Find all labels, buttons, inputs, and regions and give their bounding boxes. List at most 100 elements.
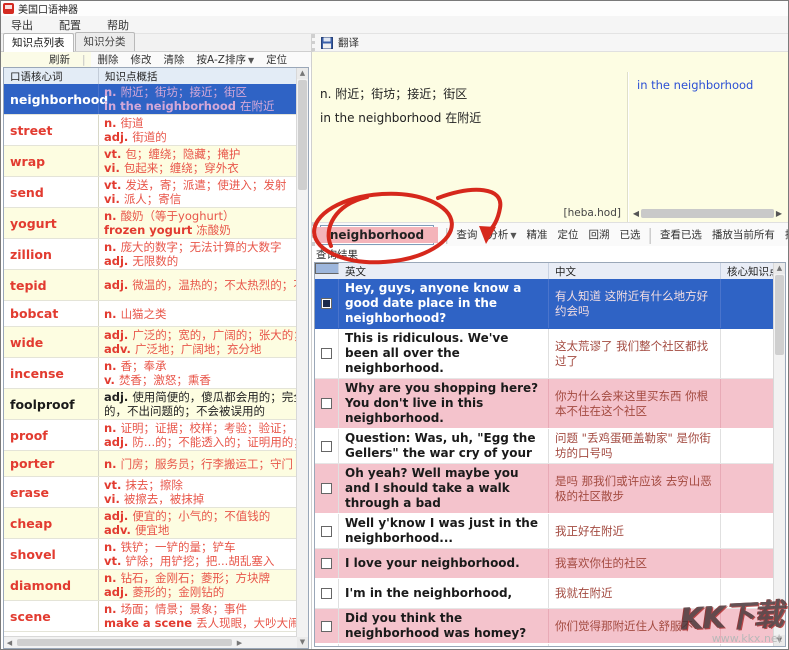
word-table-row[interactable]: erasevt. 抹去；擦除vi. 被擦去，被抹掉 xyxy=(4,477,297,508)
word-definition: adj. 微温的，温热的；不太热烈的；不 xyxy=(99,270,297,300)
scroll-down-icon[interactable]: ▼ xyxy=(297,637,308,648)
row-checkbox[interactable] xyxy=(321,558,332,569)
result-row[interactable]: Why are you shopping here? You don't liv… xyxy=(315,379,774,429)
result-row[interactable]: I love your neighborhood.我喜欢你住的社区 xyxy=(315,549,774,579)
word-table: 口语核心词 知识点概括 neighborhoodn. 附近；街坊；接近；街区in… xyxy=(3,67,309,649)
word-table-row[interactable]: portern. 门房；服务员；行李搬运工；守门 xyxy=(4,451,297,477)
phrase-link[interactable]: in the neighborhood xyxy=(637,78,780,92)
word-list-toolbar: 刷新|删除修改清除按A-Z排序▼定位 xyxy=(1,52,311,67)
query-button-分析[interactable]: 分析▼ xyxy=(487,227,516,242)
definition-line: adj. 广泛的；宽的，广阔的；张大的； xyxy=(104,328,297,342)
result-row[interactable]: Did you think the neighborhood was homey… xyxy=(315,609,774,644)
word-table-row[interactable]: neighborhoodn. 附近；街坊；接近；街区in the neighbo… xyxy=(4,84,297,115)
definition-line: in the neighborhood 在附近 xyxy=(104,99,297,113)
translate-input-strip[interactable] xyxy=(312,52,788,73)
row-checkbox[interactable] xyxy=(321,441,332,452)
query-button-精准[interactable]: 精准 xyxy=(527,227,548,242)
scrollbar-thumb[interactable] xyxy=(641,209,774,218)
save-icon[interactable] xyxy=(321,37,333,49)
word-table-row[interactable]: streetn. 街道adj. 街道的 xyxy=(4,115,297,146)
toolbar-button-删除[interactable]: 删除 xyxy=(98,52,119,67)
scroll-down-icon[interactable]: ▼ xyxy=(774,635,785,646)
tab-knowledge-category[interactable]: 知识分类 xyxy=(75,32,135,51)
menu-item-配置[interactable]: 配置 xyxy=(59,17,81,33)
word-table-row[interactable]: tepidadj. 微温的，温热的；不太热烈的；不 xyxy=(4,270,297,301)
result-row[interactable]: Well y'know I was just in the neighborho… xyxy=(315,514,774,549)
word-table-row[interactable]: bobcatn. 山猫之类 xyxy=(4,301,297,327)
scroll-left-icon[interactable]: ◀ xyxy=(631,209,641,218)
scroll-right-icon[interactable]: ▶ xyxy=(774,209,784,218)
word-table-row[interactable]: diamondn. 钻石，金刚石；菱形；方块牌adj. 菱形的；金刚钻的 xyxy=(4,570,297,601)
word-label: incense xyxy=(4,358,99,388)
left-panel: 知识点列表 知识分类 刷新|删除修改清除按A-Z排序▼定位 口语核心词 知识点概… xyxy=(1,34,311,649)
word-table-row[interactable]: proofn. 证明；证据；校样；考验；验证；adj. 防…的；不能透入的；证明… xyxy=(4,420,297,451)
result-row[interactable]: Hey, guys, anyone know a good date place… xyxy=(315,279,774,329)
definition-line: n. 场面；情景；景象；事件 xyxy=(104,602,297,616)
query-button-已选[interactable]: 已选 xyxy=(620,227,641,242)
row-checkbox[interactable] xyxy=(321,621,332,632)
result-row[interactable]: Oh yeah? Well maybe you and I should tak… xyxy=(315,464,774,514)
word-table-row[interactable]: scenen. 场面；情景；景象；事件make a scene 丢人现眼，大吵大… xyxy=(4,601,297,632)
scrollbar-thumb[interactable] xyxy=(298,80,307,190)
word-definition: n. 街道adj. 街道的 xyxy=(99,115,297,145)
toolbar-button-清除[interactable]: 清除 xyxy=(164,52,185,67)
result-row[interactable]: I needed to buy a hammer the other night… xyxy=(315,644,774,646)
word-table-row[interactable]: zillionn. 庞大的数字；无法计算的大数字adj. 无限数的 xyxy=(4,239,297,270)
menu-item-帮助[interactable]: 帮助 xyxy=(107,17,129,33)
toolbar-separator: | xyxy=(444,225,449,244)
tab-knowledge-list[interactable]: 知识点列表 xyxy=(3,33,74,52)
menu-item-导出[interactable]: 导出 xyxy=(11,17,33,33)
word-table-row[interactable]: foolproofadj. 使用简便的，傻瓜都会用的；完全的，不出问题的；不会被… xyxy=(4,389,297,420)
row-checkbox[interactable] xyxy=(321,483,332,494)
query-input[interactable]: neighborhood xyxy=(320,225,434,245)
word-table-vscrollbar[interactable]: ▲ ▼ xyxy=(296,68,308,648)
scrollbar-thumb[interactable] xyxy=(17,639,232,646)
results-vscrollbar[interactable]: ▲ ▼ xyxy=(773,263,785,646)
translate-button[interactable]: 翻译 xyxy=(338,35,359,50)
checkbox-cell xyxy=(315,514,339,548)
query-button-定位[interactable]: 定位 xyxy=(558,227,579,242)
definition-area: n. 附近；街坊；接近；街区 in the neighborhood 在附近 [… xyxy=(312,72,788,222)
query-button-播放当前已选[interactable]: 播放当前已选 xyxy=(785,227,789,242)
toolbar-button-按A-Z排序[interactable]: 按A-Z排序▼ xyxy=(197,52,255,67)
word-table-row[interactable]: incensen. 香；奉承v. 焚香；激怒；熏香 xyxy=(4,358,297,389)
row-checkbox[interactable] xyxy=(321,526,332,537)
word-label: shovel xyxy=(4,539,99,569)
definition-pane[interactable]: n. 附近；街坊；接近；街区 in the neighborhood 在附近 [… xyxy=(312,72,628,222)
definition-line: n. 附近；街坊；接近；街区 xyxy=(320,82,621,106)
word-table-row[interactable]: sendvt. 发送，寄；派遣；使进入；发射vi. 派人；寄信 xyxy=(4,177,297,208)
word-definition: n. 香；奉承v. 焚香；激怒；熏香 xyxy=(99,358,297,388)
word-table-row[interactable]: wideadj. 广泛的；宽的，广阔的；张大的；adv. 广泛地；广阔地；充分地 xyxy=(4,327,297,358)
english-sentence: Question: Was, uh, "Egg the Gellers" the… xyxy=(339,429,549,463)
query-button-回溯[interactable]: 回溯 xyxy=(589,227,610,242)
word-table-hscrollbar[interactable]: ◀ ▶ xyxy=(4,636,297,648)
result-row[interactable]: This is ridiculous. We've been all over … xyxy=(315,329,774,379)
right-panel: 翻译 n. 附近；街坊；接近；街区 in the neighborhood 在附… xyxy=(311,34,788,649)
checkbox-cell xyxy=(315,579,339,608)
row-checkbox[interactable] xyxy=(321,298,332,309)
toolbar-button-修改[interactable]: 修改 xyxy=(131,52,152,67)
word-table-row[interactable]: wrapvt. 包；缠绕；隐藏；掩护vi. 包起来；缠绕；穿外衣 xyxy=(4,146,297,177)
checkbox-column-header xyxy=(315,263,339,274)
word-table-row[interactable]: cheapadj. 便宜的；小气的；不值钱的adv. 便宜地 xyxy=(4,508,297,539)
scroll-up-icon[interactable]: ▲ xyxy=(297,68,308,79)
toolbar-button-定位[interactable]: 定位 xyxy=(266,52,287,67)
word-table-row[interactable]: yogurtn. 酸奶（等于yoghurt）frozen yogurt 冻酸奶 xyxy=(4,208,297,239)
result-row[interactable]: I'm in the neighborhood,我就在附近 xyxy=(315,579,774,609)
query-button-播放当前所有[interactable]: 播放当前所有 xyxy=(712,227,775,242)
scroll-right-icon[interactable]: ▶ xyxy=(234,639,245,647)
scrollbar-thumb[interactable] xyxy=(775,275,784,355)
definition-line: adj. 菱形的；金刚钻的 xyxy=(104,585,297,599)
scroll-left-icon[interactable]: ◀ xyxy=(4,639,15,647)
row-checkbox[interactable] xyxy=(321,398,332,409)
toolbar-button-刷新[interactable]: 刷新 xyxy=(49,52,70,67)
query-button-查看已选[interactable]: 查看已选 xyxy=(660,227,702,242)
definition-line: adv. 便宜地 xyxy=(104,523,297,537)
phrase-pane-hscrollbar[interactable]: ◀ ▶ xyxy=(631,207,784,220)
row-checkbox[interactable] xyxy=(321,348,332,359)
row-checkbox[interactable] xyxy=(321,588,332,599)
result-row[interactable]: Question: Was, uh, "Egg the Gellers" the… xyxy=(315,429,774,464)
query-button-查询[interactable]: 查询 xyxy=(456,227,477,242)
word-table-row[interactable]: shoveln. 铁铲；一铲的量；铲车vt. 铲除；用铲挖；把...胡乱塞入 xyxy=(4,539,297,570)
scroll-up-icon[interactable]: ▲ xyxy=(774,263,785,274)
